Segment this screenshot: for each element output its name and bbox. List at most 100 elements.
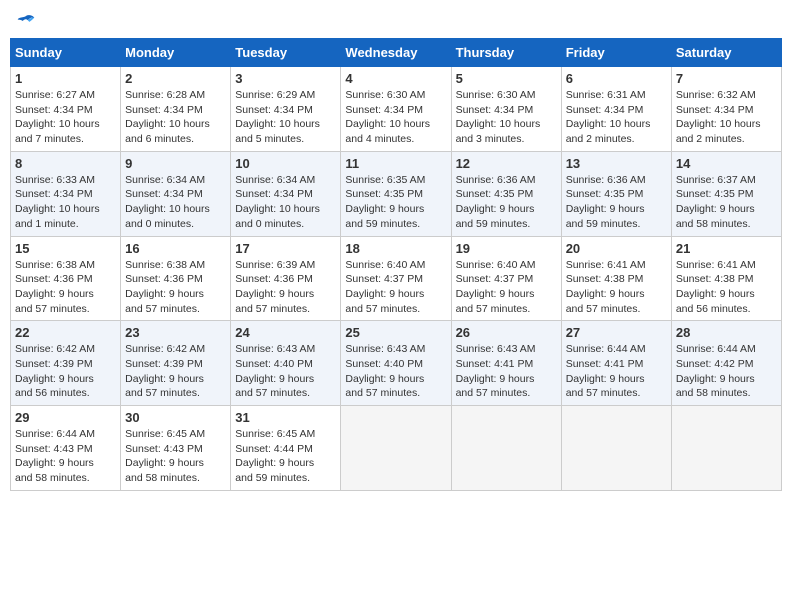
calendar-cell: 8Sunrise: 6:33 AM Sunset: 4:34 PM Daylig…: [11, 151, 121, 236]
calendar-cell: 21Sunrise: 6:41 AM Sunset: 4:38 PM Dayli…: [671, 236, 781, 321]
day-number: 2: [125, 71, 226, 86]
weekday-header: Saturday: [671, 39, 781, 67]
calendar-week-row: 29Sunrise: 6:44 AM Sunset: 4:43 PM Dayli…: [11, 406, 782, 491]
calendar-cell: 14 Sunrise: 6:37 AM Sunset: 4:35 PM Dayli…: [671, 151, 781, 236]
day-number: 18: [345, 241, 446, 256]
calendar-cell: [341, 406, 451, 491]
calendar-cell: 9 Sunrise: 6:34 AM Sunset: 4:34 PM Daylig…: [121, 151, 231, 236]
day-info: Sunrise: 6:39 AM Sunset: 4:36 PM Dayligh…: [235, 258, 336, 317]
day-number: 7: [676, 71, 777, 86]
day-number: 25: [345, 325, 446, 340]
day-info: Sunrise: 6:32 AM Sunset: 4:34 PM Dayligh…: [676, 88, 777, 147]
calendar-cell: 10 Sunrise: 6:34 AM Sunset: 4:34 PM Dayli…: [231, 151, 341, 236]
calendar-cell: 25 Sunrise: 6:43 AM Sunset: 4:40 PM Dayli…: [341, 321, 451, 406]
day-info: Sunrise: 6:43 AM Sunset: 4:41 PM Dayligh…: [456, 342, 557, 401]
day-number: 19: [456, 241, 557, 256]
day-info: Sunrise: 6:40 AM Sunset: 4:37 PM Dayligh…: [345, 258, 446, 317]
weekday-header: Monday: [121, 39, 231, 67]
day-number: 17: [235, 241, 336, 256]
day-info: Sunrise: 6:42 AM Sunset: 4:39 PM Dayligh…: [125, 342, 226, 401]
day-number: 23: [125, 325, 226, 340]
weekday-header: Sunday: [11, 39, 121, 67]
day-info: Sunrise: 6:34 AM Sunset: 4:34 PM Dayligh…: [235, 173, 336, 232]
calendar-week-row: 22 Sunrise: 6:42 AM Sunset: 4:39 PM Dayli…: [11, 321, 782, 406]
day-info: Sunrise: 6:29 AM Sunset: 4:34 PM Dayligh…: [235, 88, 336, 147]
page-header: [10, 10, 782, 30]
calendar-cell: 24 Sunrise: 6:43 AM Sunset: 4:40 PM Dayli…: [231, 321, 341, 406]
day-info: Sunrise: 6:28 AM Sunset: 4:34 PM Dayligh…: [125, 88, 226, 147]
day-info: Sunrise: 6:37 AM Sunset: 4:35 PM Dayligh…: [676, 173, 777, 232]
day-number: 4: [345, 71, 446, 86]
calendar-week-row: 8Sunrise: 6:33 AM Sunset: 4:34 PM Daylig…: [11, 151, 782, 236]
day-number: 26: [456, 325, 557, 340]
day-number: 28: [676, 325, 777, 340]
day-number: 12: [456, 156, 557, 171]
calendar-cell: 17 Sunrise: 6:39 AM Sunset: 4:36 PM Dayli…: [231, 236, 341, 321]
day-info: Sunrise: 6:45 AM Sunset: 4:43 PM Dayligh…: [125, 427, 226, 486]
day-info: Sunrise: 6:41 AM Sunset: 4:38 PM Dayligh…: [566, 258, 667, 317]
day-number: 31: [235, 410, 336, 425]
calendar-cell: 13Sunrise: 6:36 AM Sunset: 4:35 PM Dayli…: [561, 151, 671, 236]
calendar-cell: 29Sunrise: 6:44 AM Sunset: 4:43 PM Dayli…: [11, 406, 121, 491]
day-info: Sunrise: 6:41 AM Sunset: 4:38 PM Dayligh…: [676, 258, 777, 317]
day-number: 15: [15, 241, 116, 256]
calendar-cell: 4 Sunrise: 6:30 AM Sunset: 4:34 PM Daylig…: [341, 67, 451, 152]
calendar-cell: 6 Sunrise: 6:31 AM Sunset: 4:34 PM Daylig…: [561, 67, 671, 152]
day-info: Sunrise: 6:43 AM Sunset: 4:40 PM Dayligh…: [235, 342, 336, 401]
calendar-cell: 31 Sunrise: 6:45 AM Sunset: 4:44 PM Dayli…: [231, 406, 341, 491]
day-info: Sunrise: 6:45 AM Sunset: 4:44 PM Dayligh…: [235, 427, 336, 486]
calendar-cell: 2 Sunrise: 6:28 AM Sunset: 4:34 PM Daylig…: [121, 67, 231, 152]
day-info: Sunrise: 6:40 AM Sunset: 4:37 PM Dayligh…: [456, 258, 557, 317]
calendar-cell: [561, 406, 671, 491]
calendar-cell: 30Sunrise: 6:45 AM Sunset: 4:43 PM Dayli…: [121, 406, 231, 491]
day-number: 10: [235, 156, 336, 171]
calendar-cell: 22 Sunrise: 6:42 AM Sunset: 4:39 PM Dayli…: [11, 321, 121, 406]
header-row: SundayMondayTuesdayWednesdayThursdayFrid…: [11, 39, 782, 67]
day-info: Sunrise: 6:27 AM Sunset: 4:34 PM Dayligh…: [15, 88, 116, 147]
day-info: Sunrise: 6:31 AM Sunset: 4:34 PM Dayligh…: [566, 88, 667, 147]
day-number: 16: [125, 241, 226, 256]
day-info: Sunrise: 6:36 AM Sunset: 4:35 PM Dayligh…: [456, 173, 557, 232]
calendar-cell: 19 Sunrise: 6:40 AM Sunset: 4:37 PM Dayli…: [451, 236, 561, 321]
day-number: 22: [15, 325, 116, 340]
calendar-cell: 11Sunrise: 6:35 AM Sunset: 4:35 PM Dayli…: [341, 151, 451, 236]
weekday-header: Friday: [561, 39, 671, 67]
calendar-cell: 27Sunrise: 6:44 AM Sunset: 4:41 PM Dayli…: [561, 321, 671, 406]
day-info: Sunrise: 6:35 AM Sunset: 4:35 PM Dayligh…: [345, 173, 446, 232]
calendar-cell: [451, 406, 561, 491]
day-number: 5: [456, 71, 557, 86]
day-number: 14: [676, 156, 777, 171]
day-number: 1: [15, 71, 116, 86]
calendar-cell: 23 Sunrise: 6:42 AM Sunset: 4:39 PM Dayli…: [121, 321, 231, 406]
calendar-cell: 12 Sunrise: 6:36 AM Sunset: 4:35 PM Dayli…: [451, 151, 561, 236]
calendar-cell: 7 Sunrise: 6:32 AM Sunset: 4:34 PM Daylig…: [671, 67, 781, 152]
day-number: 24: [235, 325, 336, 340]
day-number: 9: [125, 156, 226, 171]
day-info: Sunrise: 6:43 AM Sunset: 4:40 PM Dayligh…: [345, 342, 446, 401]
calendar-cell: 1 Sunrise: 6:27 AM Sunset: 4:34 PM Daylig…: [11, 67, 121, 152]
day-info: Sunrise: 6:44 AM Sunset: 4:42 PM Dayligh…: [676, 342, 777, 401]
calendar-table: SundayMondayTuesdayWednesdayThursdayFrid…: [10, 38, 782, 491]
weekday-header: Wednesday: [341, 39, 451, 67]
day-number: 6: [566, 71, 667, 86]
weekday-header: Thursday: [451, 39, 561, 67]
day-info: Sunrise: 6:33 AM Sunset: 4:34 PM Dayligh…: [15, 173, 116, 232]
calendar-cell: 15 Sunrise: 6:38 AM Sunset: 4:36 PM Dayli…: [11, 236, 121, 321]
day-number: 29: [15, 410, 116, 425]
calendar-week-row: 1 Sunrise: 6:27 AM Sunset: 4:34 PM Daylig…: [11, 67, 782, 152]
calendar-cell: 26 Sunrise: 6:43 AM Sunset: 4:41 PM Dayli…: [451, 321, 561, 406]
calendar-cell: 20Sunrise: 6:41 AM Sunset: 4:38 PM Dayli…: [561, 236, 671, 321]
calendar-cell: 5Sunrise: 6:30 AM Sunset: 4:34 PM Daylig…: [451, 67, 561, 152]
day-info: Sunrise: 6:42 AM Sunset: 4:39 PM Dayligh…: [15, 342, 116, 401]
day-info: Sunrise: 6:44 AM Sunset: 4:41 PM Dayligh…: [566, 342, 667, 401]
logo-text: [14, 10, 36, 30]
calendar-cell: 28 Sunrise: 6:44 AM Sunset: 4:42 PM Dayli…: [671, 321, 781, 406]
day-info: Sunrise: 6:34 AM Sunset: 4:34 PM Dayligh…: [125, 173, 226, 232]
day-info: Sunrise: 6:30 AM Sunset: 4:34 PM Dayligh…: [345, 88, 446, 147]
calendar-week-row: 15 Sunrise: 6:38 AM Sunset: 4:36 PM Dayli…: [11, 236, 782, 321]
day-number: 13: [566, 156, 667, 171]
day-info: Sunrise: 6:38 AM Sunset: 4:36 PM Dayligh…: [15, 258, 116, 317]
day-number: 3: [235, 71, 336, 86]
weekday-header: Tuesday: [231, 39, 341, 67]
calendar-cell: 18 Sunrise: 6:40 AM Sunset: 4:37 PM Dayli…: [341, 236, 451, 321]
